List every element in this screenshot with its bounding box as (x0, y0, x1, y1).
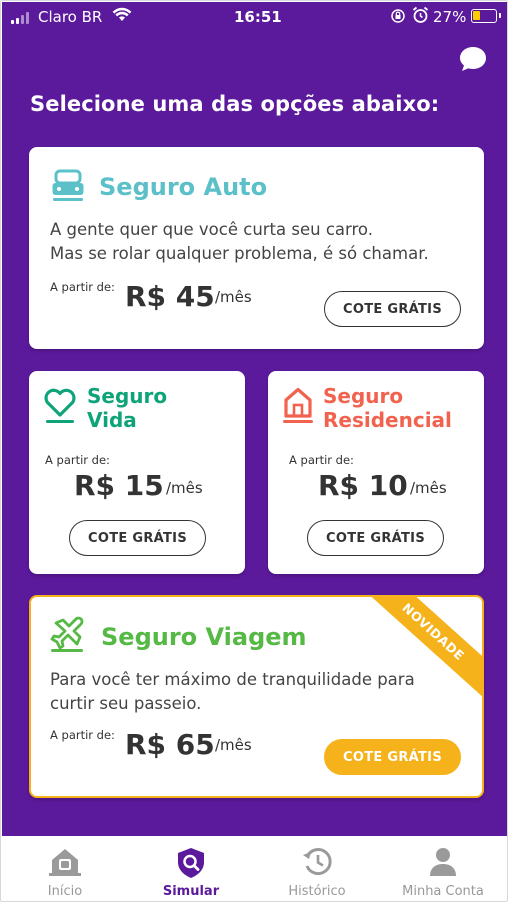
card-seguro-viagem[interactable]: Seguro Viagem Para você ter máximo de tr… (29, 595, 484, 798)
chat-icon[interactable] (458, 44, 488, 74)
cote-gratis-button[interactable]: COTE GRÁTIS (324, 291, 461, 327)
card-seguro-residencial[interactable]: Seguro Residencial A partir de: R$ 10 /m… (268, 371, 484, 574)
cote-gratis-button[interactable]: COTE GRÁTIS (69, 520, 206, 556)
description-line: A gente quer que você curta seu carro. (50, 220, 373, 239)
tab-label: Histórico (288, 884, 346, 899)
battery-percent: 27% (433, 8, 467, 26)
card-title: Seguro Auto (99, 173, 268, 201)
main-area: Claro BR 16:51 27% Selecione uma das opç… (2, 2, 507, 836)
description-line: curtir seu passeio. (50, 694, 202, 713)
price-period: /mês (410, 479, 447, 497)
price-prefix: A partir de: (50, 728, 115, 742)
card-title-line: Vida (87, 408, 137, 432)
price-value: R$ 15 (74, 469, 164, 502)
cote-gratis-button[interactable]: COTE GRÁTIS (324, 739, 461, 775)
price-value: R$ 10 (318, 469, 408, 502)
price-period: /mês (215, 288, 252, 306)
home-icon (49, 849, 81, 876)
orientation-lock-icon (391, 9, 405, 23)
card-title-line: Seguro (323, 384, 404, 408)
wifi-icon (112, 7, 132, 21)
card-seguro-auto[interactable]: Seguro Auto A gente quer que você curta … (29, 147, 484, 349)
price-prefix: A partir de: (289, 453, 354, 467)
card-seguro-vida[interactable]: Seguro Vida A partir de: R$ 15 /mês COTE… (29, 371, 245, 574)
description-line: Para você ter máximo de tranquilidade pa… (50, 670, 415, 689)
tab-label: Minha Conta (402, 884, 484, 899)
price-prefix: A partir de: (50, 280, 115, 294)
card-title-line: Residencial (323, 408, 452, 432)
tab-minha-conta[interactable]: Minha Conta (380, 836, 506, 901)
signal-icon (11, 12, 29, 24)
tab-historico[interactable]: Histórico (254, 836, 380, 901)
card-description: Para você ter máximo de tranquilidade pa… (50, 668, 470, 716)
heart-icon (44, 388, 76, 423)
house-icon (283, 387, 313, 423)
tab-label: Início (47, 884, 83, 899)
shield-search-icon (178, 848, 204, 878)
cote-gratis-button[interactable]: COTE GRÁTIS (307, 520, 444, 556)
battery-icon (471, 9, 501, 23)
tab-inicio[interactable]: Início (2, 836, 128, 901)
history-icon (303, 848, 332, 876)
status-bar: Claro BR 16:51 27% (2, 2, 507, 32)
price-period: /mês (215, 736, 252, 754)
app-frame: Claro BR 16:51 27% Selecione uma das opç… (0, 0, 508, 902)
car-icon (52, 169, 84, 201)
tab-label: Simular (162, 884, 220, 899)
description-line: Mas se rolar qualquer problema, é só cha… (50, 244, 429, 263)
price-value: R$ 45 (125, 280, 215, 313)
card-title-line: Seguro (87, 384, 168, 408)
alarm-icon (412, 6, 429, 23)
card-title: Seguro Residencial (323, 384, 452, 432)
carrier-name: Claro BR (38, 8, 103, 26)
tab-simular[interactable]: Simular (128, 836, 254, 901)
card-description: A gente quer que você curta seu carro. M… (50, 218, 470, 266)
price-period: /mês (166, 479, 203, 497)
status-time: 16:51 (234, 8, 282, 26)
page-title: Selecione uma das opções abaixo: (30, 92, 440, 116)
price-value: R$ 65 (125, 728, 215, 761)
card-title: Seguro Vida (87, 384, 167, 432)
user-icon (430, 848, 456, 876)
bottom-tab-bar: Início Simular Histórico Minha Conta (2, 836, 507, 901)
card-title: Seguro Viagem (101, 623, 307, 651)
airplane-icon (50, 616, 84, 652)
price-prefix: A partir de: (45, 453, 110, 467)
